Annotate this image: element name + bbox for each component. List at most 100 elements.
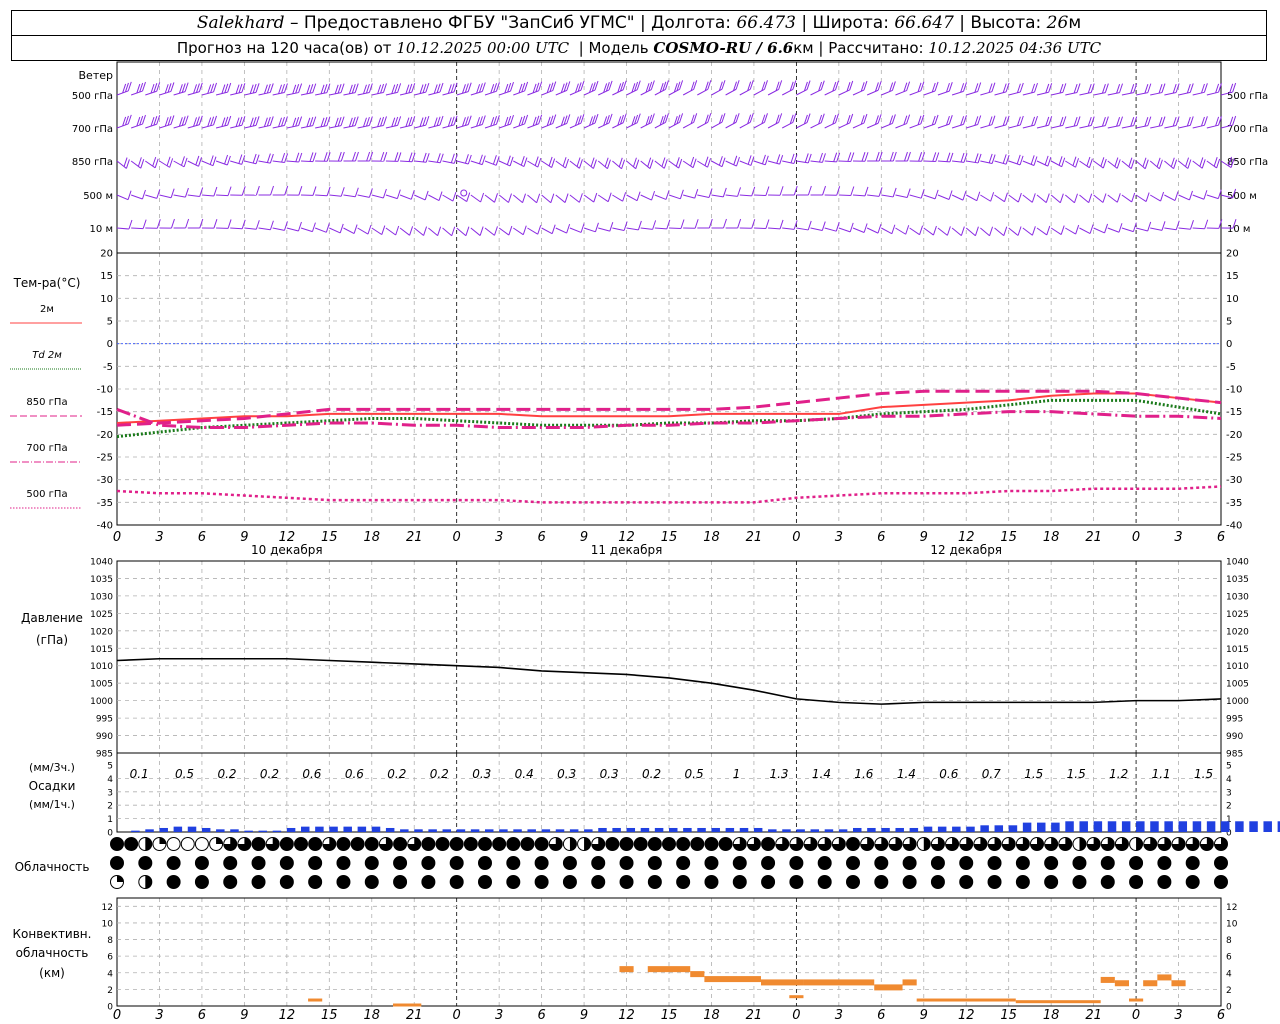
wind-barb — [852, 194, 866, 197]
wind-barb-flag — [394, 152, 399, 162]
wind-barb-flag — [320, 84, 325, 94]
pres-ytick-left: 1040 — [90, 558, 113, 568]
wind-barb — [343, 194, 356, 198]
wind-barb-flag — [835, 113, 839, 123]
wind-barb — [541, 194, 552, 204]
temp-xtick: 15 — [661, 530, 678, 545]
wind-barb-flag — [495, 156, 500, 166]
wind-barb — [1093, 125, 1106, 129]
wind-barb — [1135, 194, 1147, 202]
wind-barb — [470, 194, 481, 203]
wind-barb-flag — [212, 156, 217, 166]
wind-barb-flag — [1173, 159, 1178, 169]
wind-barb — [923, 194, 936, 200]
wind-barb-flag — [213, 115, 218, 126]
precip-3h-label: 0.5 — [685, 767, 704, 781]
wind-barb-flag — [564, 193, 569, 203]
wind-barb-flag — [1158, 159, 1163, 169]
precip-bar — [1136, 821, 1145, 832]
wind-barb-flag — [1047, 156, 1052, 167]
wind-barb — [1135, 125, 1148, 129]
wind-barb-flag — [566, 223, 571, 234]
wind-barb-flag — [835, 80, 839, 90]
temp-xtick: 0 — [1132, 530, 1140, 545]
wind-barb-flag — [1045, 83, 1050, 94]
wind-barb-flag — [1200, 83, 1205, 94]
wind-barb-flag — [632, 157, 637, 167]
wind-barb-flag — [481, 155, 486, 165]
wind-barb — [1192, 124, 1205, 129]
wind-barb-flag — [408, 116, 413, 127]
temp-ytick-right: -15 — [1226, 407, 1242, 418]
precip-bar — [1065, 821, 1074, 832]
wind-barb-flag — [249, 84, 254, 94]
precip-3h-label: 1.6 — [854, 767, 873, 781]
wind-barb — [824, 160, 837, 163]
wind-barb — [1022, 227, 1033, 236]
wind-barb — [796, 160, 809, 164]
precip-3h-label: 1.4 — [812, 767, 831, 781]
temp-title: Тем-ра(°C) — [13, 276, 81, 290]
wind-barb — [1164, 92, 1177, 96]
conv-xtick: 3 — [155, 1008, 163, 1023]
wind-barb — [244, 160, 257, 165]
wind-barb-flag — [198, 157, 203, 167]
wind-barb — [1065, 227, 1076, 235]
wind-barb — [1051, 124, 1063, 129]
wind-barb-flag — [1002, 83, 1007, 93]
precip-bar — [1121, 821, 1131, 832]
wind-barb-flag — [1189, 116, 1194, 126]
wind-barb-flag — [974, 153, 979, 163]
wind-barb-flag — [1087, 83, 1092, 94]
cloud-cover-symbol — [761, 875, 776, 889]
wind-barb — [258, 160, 271, 164]
wind-barb-flag — [1002, 154, 1007, 164]
cloud-cover-symbol — [902, 875, 917, 889]
convective-cloud-bar — [803, 979, 875, 986]
wind-barb-flag — [395, 225, 400, 236]
cloud-cover-symbol — [732, 875, 747, 889]
conv-xtick: 9 — [240, 1008, 248, 1023]
temp-ytick-left: -40 — [97, 521, 113, 532]
wind-barb — [442, 227, 453, 237]
wind-barb — [1008, 227, 1019, 236]
temp-ytick-right: -40 — [1226, 521, 1242, 532]
pres-ytick-left: 985 — [96, 750, 113, 760]
wind-barb-flag — [1189, 83, 1194, 93]
cloud-cover-symbol — [874, 856, 889, 870]
wind-barb — [413, 227, 424, 236]
wind-barb-flag — [618, 157, 623, 167]
wind-barb — [1178, 227, 1191, 230]
wind-barb-flag — [255, 83, 260, 93]
wind-barb — [753, 227, 766, 230]
wind-barb-flag — [636, 113, 641, 123]
temp-xtick: 6 — [877, 530, 885, 545]
wind-barb-flag — [764, 80, 768, 90]
wind-barb-flag — [562, 157, 567, 167]
wind-barb-flag — [576, 157, 581, 167]
wind-barb-flag — [977, 153, 982, 164]
wind-barb-flag — [238, 83, 243, 94]
cloud-cover-symbol — [1129, 856, 1144, 870]
wind-barb-flag — [835, 222, 840, 232]
precip-3h-label: 0.2 — [387, 767, 406, 781]
wind-barb-flag — [351, 117, 356, 127]
cloud-cover-symbol — [520, 837, 535, 851]
wind-barb-flag — [405, 117, 410, 127]
temp-series-line — [116, 407, 1222, 430]
wind-barb-flag — [1061, 157, 1066, 167]
cloud-cover-symbol — [1015, 875, 1030, 889]
wind-barb — [711, 194, 724, 198]
wind-barb-flag — [422, 83, 427, 94]
precip-bar — [1221, 821, 1230, 832]
precip-bar — [796, 829, 805, 832]
wind-barb — [258, 227, 271, 231]
wind-barb-flag — [295, 152, 300, 162]
wind-barb — [781, 89, 794, 96]
temp-ytick-left: -35 — [97, 498, 113, 509]
precip-bar — [1093, 821, 1103, 832]
cloud-cover-symbol — [421, 856, 436, 870]
wind-barb — [980, 160, 993, 165]
convective-cloud-panel: 12 12 10 10 8 8 6 6 4 4 2 2 0 0 Конвективн. облачность (… — [13, 897, 1238, 1023]
temp-ytick-left: -30 — [97, 475, 113, 486]
